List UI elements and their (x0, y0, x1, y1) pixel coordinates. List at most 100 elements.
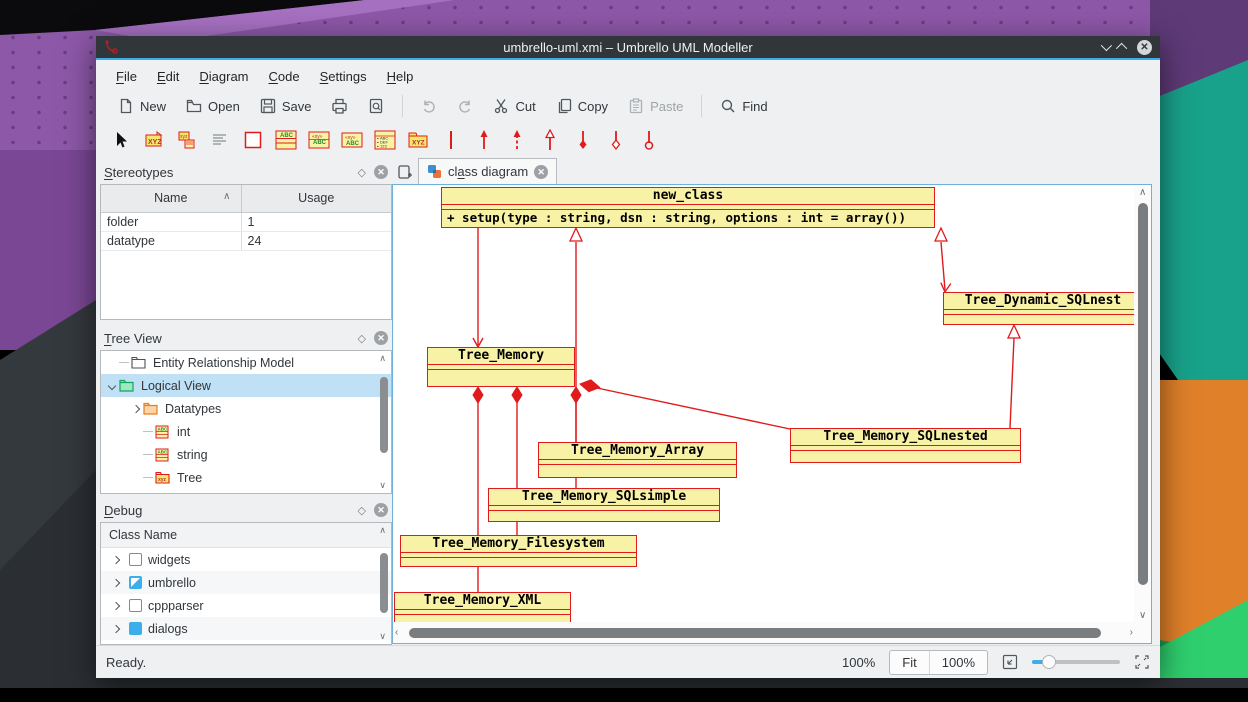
tree-item-entity-relationship-model[interactable]: Entity Relationship Model (101, 351, 391, 374)
print-button[interactable] (323, 94, 356, 118)
relationship-line[interactable] (1010, 338, 1014, 428)
generalization-tool[interactable] (539, 129, 561, 151)
column-header-usage[interactable]: Usage (241, 185, 391, 212)
tree-item-logical-view[interactable]: Logical View (101, 374, 391, 397)
float-dock-icon[interactable]: ◇ (358, 504, 366, 517)
canvas-horizontal-scrollbar[interactable]: ‹ › (395, 626, 1133, 640)
text-tool[interactable] (209, 129, 231, 151)
note-tool[interactable]: xyz (176, 129, 198, 151)
scroll-up-icon[interactable]: ∧ (379, 525, 386, 536)
zoom-slider-handle[interactable] (1042, 655, 1056, 669)
close-dock-icon[interactable]: ✕ (374, 165, 388, 179)
class-box-Tree_Memory_SQLsimple[interactable]: Tree_Memory_SQLsimple (488, 488, 720, 522)
canvas-vertical-scrollbar[interactable]: ∧ ∨ (1136, 187, 1150, 621)
class-tool[interactable]: ABC (275, 129, 297, 151)
expander-closed-icon[interactable] (129, 402, 143, 416)
menu-settings[interactable]: Settings (310, 65, 377, 88)
select-arrow-tool[interactable] (110, 129, 132, 151)
paste-button[interactable]: Paste (620, 94, 691, 118)
interface-tool[interactable]: «xy»ABC (308, 129, 330, 151)
class-box-Tree_Memory_Array[interactable]: Tree_Memory_Array (538, 442, 737, 478)
close-dock-icon[interactable]: ✕ (374, 331, 388, 345)
class-box-Tree_Memory[interactable]: Tree_Memory (427, 347, 575, 387)
menu-help[interactable]: Help (377, 65, 424, 88)
checkbox-checked[interactable] (129, 622, 142, 635)
fit-button[interactable]: Fit (890, 651, 928, 674)
debug-column-header[interactable]: Class Name (101, 523, 391, 548)
new-tab-button[interactable] (392, 160, 418, 184)
find-button[interactable]: Find (712, 94, 775, 118)
diagram-viewport[interactable]: new_class+ setup(type : string, dsn : st… (394, 186, 1134, 622)
uni-association-tool[interactable] (473, 129, 495, 151)
menu-code[interactable]: Code (259, 65, 310, 88)
class-box-Tree_Memory_Filesystem[interactable]: Tree_Memory_Filesystem (400, 535, 637, 567)
fit-page-icon[interactable] (1002, 654, 1018, 670)
association-tool[interactable] (440, 129, 462, 151)
tree-item-string[interactable]: ABC string (101, 443, 391, 466)
tree-item-int[interactable]: ABC int (101, 420, 391, 443)
composition-tool[interactable] (572, 129, 594, 151)
copy-button[interactable]: Copy (548, 94, 616, 118)
column-header-name[interactable]: Name∧ (101, 185, 241, 212)
box-tool[interactable] (242, 129, 264, 151)
titlebar[interactable]: umbrello-uml.xmi – Umbrello UML Modeller… (96, 36, 1160, 60)
scroll-down-icon[interactable]: ∨ (379, 631, 386, 642)
debug-scrollbar[interactable]: ∧ ∨ (379, 525, 389, 642)
tree-item-tree[interactable]: xyz Tree (101, 466, 391, 489)
cut-button[interactable]: Cut (485, 94, 543, 118)
debug-item-dialogs[interactable]: dialogs (101, 617, 391, 640)
containment-tool[interactable] (638, 129, 660, 151)
relationship-line[interactable] (597, 388, 790, 429)
class-box-Tree_Memory_XML[interactable]: Tree_Memory_XML (394, 592, 571, 622)
redo-button[interactable] (449, 94, 481, 118)
class-box-new_class[interactable]: new_class+ setup(type : string, dsn : st… (441, 187, 935, 228)
scroll-up-icon[interactable]: ∧ (379, 353, 386, 364)
dependency-tool[interactable] (506, 129, 528, 151)
expander-closed-icon[interactable] (109, 599, 123, 613)
debug-item-widgets[interactable]: widgets (101, 548, 391, 571)
scroll-right-icon[interactable]: › (1130, 627, 1133, 638)
checkbox-unchecked[interactable] (129, 553, 142, 566)
fullscreen-icon[interactable] (1134, 654, 1150, 670)
checkbox-partial[interactable] (129, 576, 142, 589)
zoom-slider[interactable] (1032, 654, 1120, 670)
menu-diagram[interactable]: Diagram (189, 65, 258, 88)
close-icon[interactable]: ✕ (1137, 40, 1152, 55)
enum-tool[interactable]: ABCDEF123 (374, 129, 396, 151)
tab-class-diagram[interactable]: class diagram ✕ (418, 158, 557, 184)
minimize-icon[interactable] (1101, 40, 1112, 51)
scrollbar-thumb[interactable] (380, 553, 388, 613)
expander-closed-icon[interactable] (109, 622, 123, 636)
table-row[interactable]: datatype 24 (101, 231, 391, 250)
scrollbar-thumb[interactable] (409, 628, 1101, 638)
table-row[interactable]: folder 1 (101, 212, 391, 231)
expander-open-icon[interactable] (105, 379, 119, 393)
class-box-Tree_Memory_SQLnested[interactable]: Tree_Memory_SQLnested (790, 428, 1021, 463)
aggregation-tool[interactable] (605, 129, 627, 151)
expander-closed-icon[interactable] (109, 576, 123, 590)
float-dock-icon[interactable]: ◇ (358, 166, 366, 179)
checkbox-unchecked[interactable] (129, 599, 142, 612)
object-tool[interactable]: XYZ (143, 129, 165, 151)
scroll-down-icon[interactable]: ∨ (379, 480, 386, 491)
new-button[interactable]: New (110, 94, 174, 118)
close-dock-icon[interactable]: ✕ (374, 503, 388, 517)
scroll-left-icon[interactable]: ‹ (395, 627, 398, 638)
package-tool[interactable]: XYZ (407, 129, 429, 151)
datatype-tool[interactable]: «xy»ABC (341, 129, 363, 151)
debug-dock-header[interactable]: Debug ◇ ✕ (100, 498, 392, 522)
zoom-100-button[interactable]: 100% (929, 651, 987, 674)
save-button[interactable]: Save (252, 94, 320, 118)
open-button[interactable]: Open (178, 94, 248, 118)
stereotypes-dock-header[interactable]: Stereotypes ◇ ✕ (100, 160, 392, 184)
menu-file[interactable]: File (106, 65, 147, 88)
undo-button[interactable] (413, 94, 445, 118)
treeview-dock-header[interactable]: Tree View ◇ ✕ (100, 326, 392, 350)
close-tab-icon[interactable]: ✕ (534, 165, 548, 179)
scroll-up-icon[interactable]: ∧ (1139, 187, 1146, 198)
tree-item-datatypes[interactable]: Datatypes (101, 397, 391, 420)
expander-closed-icon[interactable] (109, 553, 123, 567)
scrollbar-thumb[interactable] (1138, 203, 1148, 585)
menu-edit[interactable]: Edit (147, 65, 189, 88)
float-dock-icon[interactable]: ◇ (358, 332, 366, 345)
